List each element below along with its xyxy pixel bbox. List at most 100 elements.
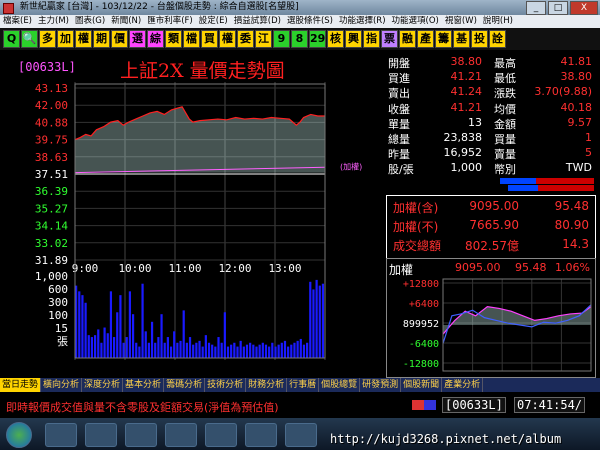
toolbar-button[interactable]: 多 <box>39 30 56 48</box>
toolbar-button[interactable]: 價 <box>111 30 128 48</box>
toolbar-button[interactable]: 權 <box>219 30 236 48</box>
quote-value: 3.70(9.88) <box>534 85 592 99</box>
toolbar-button[interactable]: 8 <box>291 30 308 48</box>
volume-y-tick: 1,000 <box>35 270 68 283</box>
maximize-button[interactable]: □ <box>548 1 568 15</box>
toolbar-button[interactable]: 核 <box>327 30 344 48</box>
tab-10[interactable]: 個股新聞 <box>401 378 443 392</box>
toolbar-button[interactable]: 權 <box>75 30 92 48</box>
volume-y-tick: 100 <box>48 309 68 322</box>
toolbar-button[interactable]: 融 <box>399 30 416 48</box>
menu-item[interactable]: 設定(E) <box>199 16 228 26</box>
index-box-value: 7665.90 <box>469 218 519 232</box>
toolbar-button[interactable]: 🔍 <box>21 30 38 48</box>
tab-4[interactable]: 籌碼分析 <box>164 378 206 392</box>
taskbar-app-2-icon[interactable] <box>85 423 117 447</box>
volume-bar <box>290 344 293 358</box>
minimize-button[interactable]: _ <box>526 1 546 15</box>
toolbar-button[interactable]: 票 <box>381 30 398 48</box>
toolbar-button[interactable]: 29 <box>309 30 326 48</box>
toolbar-button[interactable]: 指 <box>363 30 380 48</box>
volume-y-tick: 300 <box>48 296 68 309</box>
tab-6[interactable]: 財務分析 <box>246 378 288 392</box>
price-y-tick: 39.75 <box>35 134 68 147</box>
tab-0[interactable]: 當日走勢 <box>0 378 42 392</box>
toolbar-button[interactable]: 9 <box>273 30 290 48</box>
volume-y-tick: 張 <box>57 335 68 348</box>
avg-note: (加權) <box>340 162 362 172</box>
tab-7[interactable]: 行事曆 <box>287 378 320 392</box>
index-mini-chart[interactable]: 加權 9095.00 95.48 1.06% +12800 +6400 899952… <box>386 258 596 378</box>
volume-bar <box>214 346 217 358</box>
quote-row: 股/張 1,000 幣別 TWD <box>386 161 594 176</box>
toolbar-button[interactable]: 詮 <box>489 30 506 48</box>
tab-9[interactable]: 研發預測 <box>360 378 402 392</box>
quote-value: 13 <box>468 115 482 129</box>
taskbar-app-1-icon[interactable] <box>45 423 77 447</box>
menu-item[interactable]: 主力(M) <box>38 16 69 26</box>
toolbar-button[interactable]: 委 <box>237 30 254 48</box>
volume-bar <box>150 321 154 358</box>
volume-bar <box>217 337 220 358</box>
quote-value: 40.18 <box>560 100 593 114</box>
menu-item[interactable]: 損益試算(D) <box>234 16 281 26</box>
tab-8[interactable]: 個股總覽 <box>319 378 361 392</box>
menu-item[interactable]: 匯市利率(F) <box>147 16 193 26</box>
toolbar-button[interactable]: 檔 <box>183 30 200 48</box>
start-icon[interactable] <box>6 422 32 448</box>
menu-item[interactable]: 視窗(W) <box>445 16 477 26</box>
price-y-tick: 37.51 <box>35 168 68 181</box>
volume-bar <box>252 344 255 358</box>
status-time: 07:41:54/ <box>514 397 586 413</box>
taskbar-app-3-icon[interactable] <box>125 423 157 447</box>
quote-row: 收盤 41.21 均價 40.18 <box>386 101 594 116</box>
menu-item[interactable]: 新聞(N) <box>111 16 141 26</box>
quote-value: 41.21 <box>450 70 483 84</box>
toolbar-button[interactable]: Q <box>3 30 20 48</box>
volume-bar <box>154 342 157 358</box>
volume-bar <box>78 291 81 358</box>
menu-item[interactable]: 功能選擇(R) <box>339 16 386 26</box>
menu-item[interactable]: 檔案(E) <box>3 16 32 26</box>
toolbar-button[interactable]: 江 <box>255 30 272 48</box>
taskbar-app-5-icon[interactable] <box>205 423 237 447</box>
toolbar-button[interactable]: 類 <box>165 30 182 48</box>
close-button[interactable]: X <box>570 1 598 15</box>
menu-item[interactable]: 圖表(G) <box>75 16 105 26</box>
tab-2[interactable]: 深度分析 <box>82 378 124 392</box>
toolbar-button[interactable]: 買 <box>201 30 218 48</box>
taskbar-app-6-icon[interactable] <box>245 423 277 447</box>
toolbar-button[interactable]: 投 <box>471 30 488 48</box>
toolbar-button[interactable]: 產 <box>417 30 434 48</box>
quote-label: 收盤 <box>388 102 410 116</box>
toolbar-button[interactable]: 興 <box>345 30 362 48</box>
quote-value: 5 <box>585 146 592 160</box>
toolbar-button[interactable]: 加 <box>57 30 74 48</box>
tab-3[interactable]: 基本分析 <box>123 378 165 392</box>
quote-value: 9.57 <box>567 115 593 129</box>
volume-bar <box>264 344 268 358</box>
volume-bar <box>128 291 132 358</box>
menu-bar: 檔案(E) 主力(M) 圖表(G) 新聞(N) 匯市利率(F) 設定(E) 損益試算(D) 選… <box>0 15 600 28</box>
taskbar-app-7-icon[interactable] <box>285 423 317 447</box>
volume-bar <box>109 291 113 358</box>
volume-bar <box>296 340 299 358</box>
toolbar-button[interactable]: 基 <box>453 30 470 48</box>
volume-bar <box>255 346 258 358</box>
volume-bar <box>204 335 207 358</box>
tab-5[interactable]: 技術分析 <box>205 378 247 392</box>
tab-1[interactable]: 橫向分析 <box>41 378 83 392</box>
quote-value: TWD <box>565 161 592 175</box>
taskbar-app-4-icon[interactable] <box>165 423 197 447</box>
volume-bar <box>160 314 163 358</box>
tab-11[interactable]: 產業分析 <box>442 378 484 392</box>
price-volume-chart[interactable]: 43.13 42.00 40.88 39.75 38.63 37.51 36.39 35.27… <box>0 80 386 378</box>
menu-item[interactable]: 說明(H) <box>483 16 513 26</box>
menu-item[interactable]: 功能選項(O) <box>392 16 439 26</box>
toolbar-button[interactable]: 籌 <box>435 30 452 48</box>
menu-item[interactable]: 選股條件(S) <box>287 16 333 26</box>
toolbar-button[interactable]: 期 <box>93 30 110 48</box>
quote-row: 總量 23,838 買量 1 <box>386 131 594 146</box>
toolbar-button[interactable]: 綜 <box>147 30 164 48</box>
toolbar-button[interactable]: 選 <box>129 30 146 48</box>
